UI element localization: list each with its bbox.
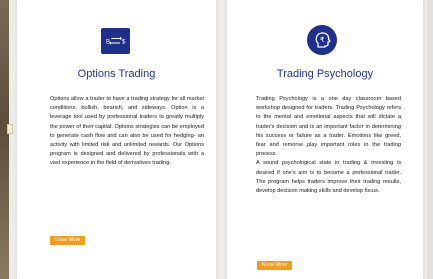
description-paragraph: Trading Psychology is a one day classroo…	[256, 96, 401, 158]
svg-text:B: B	[106, 40, 110, 46]
trading-psychology-card: ₹ Trading Psychology Trading Psychology …	[227, 0, 423, 279]
know-more-button[interactable]: Know More	[257, 261, 293, 270]
card-description: Trading Psychology is a one day classroo…	[256, 95, 401, 196]
description-paragraph: A sound psychological state in trading &…	[256, 160, 401, 195]
svg-text:₹: ₹	[320, 36, 325, 44]
card-title: Trading Psychology	[276, 68, 374, 80]
svg-text:$: $	[122, 40, 126, 46]
currency-exchange-icon: B $	[101, 28, 130, 54]
options-trading-card: B $ Options Trading Options allow a trad…	[17, 0, 216, 279]
card-title: Options Trading	[77, 68, 156, 80]
rupee-head-icon: ₹	[307, 25, 337, 55]
left-edge-background	[0, 0, 9, 279]
side-tab-handle[interactable]	[7, 124, 13, 134]
know-more-button[interactable]: Know More	[50, 236, 86, 245]
right-edge-background	[427, 0, 433, 279]
card-description: Options allow a trader to have a trading…	[50, 96, 204, 167]
